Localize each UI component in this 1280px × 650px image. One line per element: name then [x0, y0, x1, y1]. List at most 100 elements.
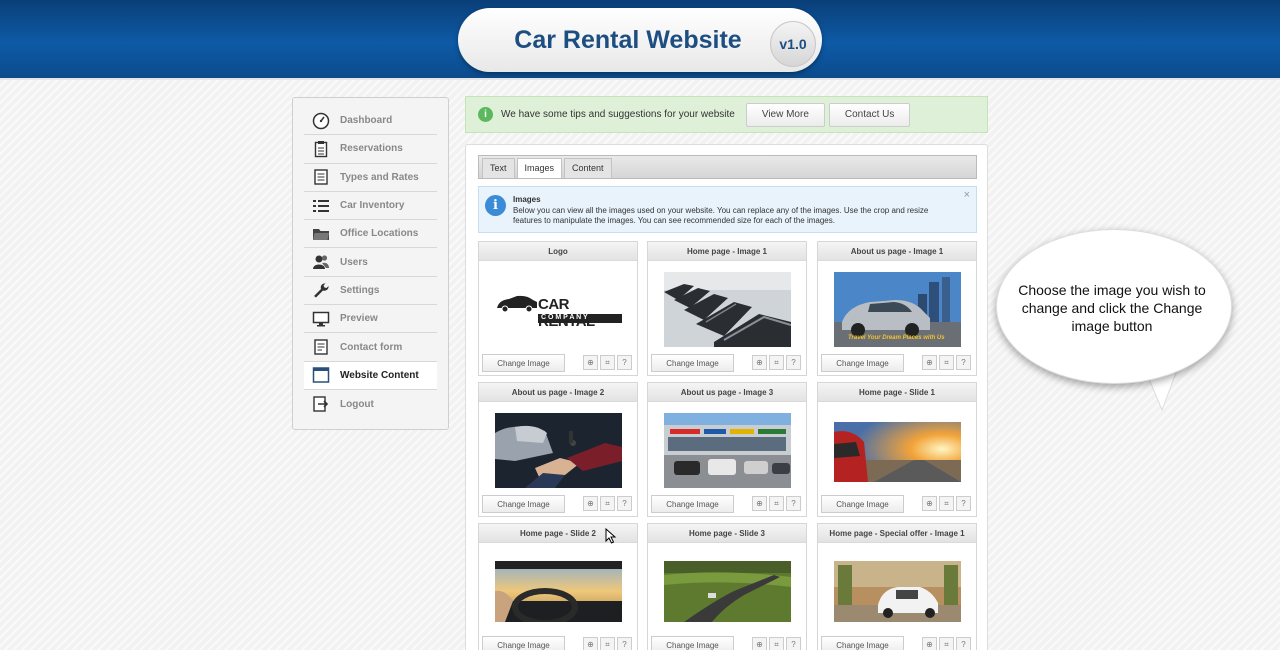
- change-image-button[interactable]: Change Image: [651, 495, 734, 513]
- sidebar-item-label: Website Content: [340, 369, 419, 381]
- silver-car-image: Travel Your Dream Places with Us: [834, 272, 961, 347]
- change-image-button[interactable]: Change Image: [482, 354, 565, 372]
- document-list-icon: [312, 168, 330, 186]
- sidebar-item-car-inventory[interactable]: Car Inventory: [304, 192, 437, 221]
- card-footer: Change Image ⊕ ⌗ ?: [821, 354, 973, 373]
- help-icon[interactable]: ?: [617, 355, 632, 370]
- change-image-button[interactable]: Change Image: [482, 495, 565, 513]
- sidebar-item-users[interactable]: Users: [304, 248, 437, 277]
- tab-text[interactable]: Text: [482, 158, 515, 178]
- resize-icon[interactable]: ⊕: [752, 496, 767, 511]
- crop-icon[interactable]: ⌗: [769, 637, 784, 650]
- sidebar-item-label: Dashboard: [340, 115, 393, 127]
- list-icon: [312, 197, 330, 215]
- resize-icon[interactable]: ⊕: [922, 637, 937, 650]
- card-title: Home page - Slide 1: [818, 383, 976, 402]
- help-icon[interactable]: ?: [617, 496, 632, 511]
- info-title: Images: [513, 195, 541, 204]
- crop-icon[interactable]: ⌗: [939, 637, 954, 650]
- card-footer: Change Image ⊕ ⌗ ?: [482, 636, 634, 650]
- sidebar-item-dashboard[interactable]: Dashboard: [304, 107, 437, 136]
- info-circle-icon: i: [478, 107, 493, 122]
- folder-icon: [312, 225, 330, 243]
- resize-icon[interactable]: ⊕: [583, 355, 598, 370]
- sidebar-item-website-content[interactable]: Website Content: [304, 361, 437, 390]
- page-title: Car Rental Website: [514, 26, 742, 54]
- card-footer: Change Image ⊕ ⌗ ?: [651, 354, 803, 373]
- sidebar-item-label: Types and Rates: [340, 171, 419, 183]
- form-icon: [312, 338, 330, 356]
- sidebar-item-contact-form[interactable]: Contact form: [304, 333, 437, 362]
- info-box: i Images Below you can view all the imag…: [478, 186, 977, 233]
- help-icon[interactable]: ?: [956, 496, 971, 511]
- crop-icon[interactable]: ⌗: [939, 355, 954, 370]
- resize-icon[interactable]: ⊕: [922, 496, 937, 511]
- card-title: About us page - Image 1: [818, 242, 976, 261]
- card-footer: Change Image ⊕ ⌗ ?: [651, 495, 803, 514]
- help-icon[interactable]: ?: [786, 355, 801, 370]
- image-card-home-slide-3: Home page - Slide 3 Change Image ⊕ ⌗ ?: [647, 523, 807, 650]
- resize-icon[interactable]: ⊕: [922, 355, 937, 370]
- info-body: Below you can view all the images used o…: [513, 206, 929, 225]
- tips-banner: i We have some tips and suggestions for …: [465, 96, 988, 133]
- header-bar: Car Rental Website v1.0: [0, 0, 1280, 80]
- image-card-special-offer-1: Home page - Special offer - Image 1 Chan…: [817, 523, 977, 650]
- change-image-button[interactable]: Change Image: [821, 495, 904, 513]
- sidebar-item-office-locations[interactable]: Office Locations: [304, 220, 437, 249]
- logo-image: CAR RENTAL C O M P A N Y: [495, 284, 622, 326]
- sidebar-item-types-and-rates[interactable]: Types and Rates: [304, 164, 437, 192]
- rental-office-image: [664, 413, 791, 488]
- sidebar-item-settings[interactable]: Settings: [304, 277, 437, 306]
- sidebar-item-logout[interactable]: Logout: [304, 390, 437, 418]
- tab-content[interactable]: Content: [564, 158, 612, 178]
- resize-icon[interactable]: ⊕: [583, 496, 598, 511]
- card-title: Logo: [479, 242, 637, 261]
- tab-bar: Text Images Content: [478, 155, 977, 179]
- sidebar-item-label: Office Locations: [340, 228, 419, 240]
- sidebar-item-label: Settings: [340, 284, 380, 296]
- image-card-about-image-3: About us page - Image 3 Change Image ⊕ ⌗…: [647, 382, 807, 517]
- crop-icon[interactable]: ⌗: [600, 637, 615, 650]
- crop-icon[interactable]: ⌗: [600, 496, 615, 511]
- card-footer: Change Image ⊕ ⌗ ?: [821, 495, 973, 514]
- crop-icon[interactable]: ⌗: [769, 496, 784, 511]
- change-image-button[interactable]: Change Image: [482, 636, 565, 650]
- steering-wheel-image: [495, 561, 622, 622]
- logo-subtext: C O M P A N Y: [541, 314, 588, 321]
- change-image-button[interactable]: Change Image: [821, 636, 904, 650]
- crop-icon[interactable]: ⌗: [769, 355, 784, 370]
- sidebar-item-label: Preview: [340, 313, 378, 325]
- help-icon[interactable]: ?: [617, 637, 632, 650]
- close-icon[interactable]: ×: [964, 189, 970, 201]
- sidebar-item-label: Car Inventory: [340, 200, 405, 212]
- image-card-home-image-1: Home page - Image 1 Change Image ⊕ ⌗ ?: [647, 241, 807, 376]
- card-footer: Change Image ⊕ ⌗ ?: [651, 636, 803, 650]
- help-icon[interactable]: ?: [786, 496, 801, 511]
- crop-icon[interactable]: ⌗: [600, 355, 615, 370]
- dashboard-gauge-icon: [312, 112, 330, 130]
- tab-images[interactable]: Images: [516, 158, 563, 178]
- contact-us-button[interactable]: Contact Us: [828, 102, 911, 127]
- change-image-button[interactable]: Change Image: [651, 636, 734, 650]
- image-caption: Travel Your Dream Places with Us: [848, 335, 945, 341]
- resize-icon[interactable]: ⊕: [752, 637, 767, 650]
- crop-icon[interactable]: ⌗: [939, 496, 954, 511]
- resize-icon[interactable]: ⊕: [583, 637, 598, 650]
- change-image-button[interactable]: Change Image: [821, 354, 904, 372]
- help-icon[interactable]: ?: [786, 637, 801, 650]
- card-title: Home page - Image 1: [648, 242, 806, 261]
- white-car-image: [834, 561, 961, 622]
- view-more-button[interactable]: View More: [745, 102, 825, 127]
- image-card-about-image-1: About us page - Image 1 Travel Your Drea…: [817, 241, 977, 376]
- card-footer: Change Image ⊕ ⌗ ?: [821, 636, 973, 650]
- handshake-keys-image: [495, 413, 622, 488]
- monitor-icon: [312, 310, 330, 328]
- sidebar-item-preview[interactable]: Preview: [304, 305, 437, 334]
- help-icon[interactable]: ?: [956, 637, 971, 650]
- change-image-button[interactable]: Change Image: [651, 354, 734, 372]
- logout-icon: [312, 395, 330, 413]
- resize-icon[interactable]: ⊕: [752, 355, 767, 370]
- cars-lot-image: [664, 272, 791, 347]
- sidebar-item-reservations[interactable]: Reservations: [304, 135, 437, 164]
- help-icon[interactable]: ?: [956, 355, 971, 370]
